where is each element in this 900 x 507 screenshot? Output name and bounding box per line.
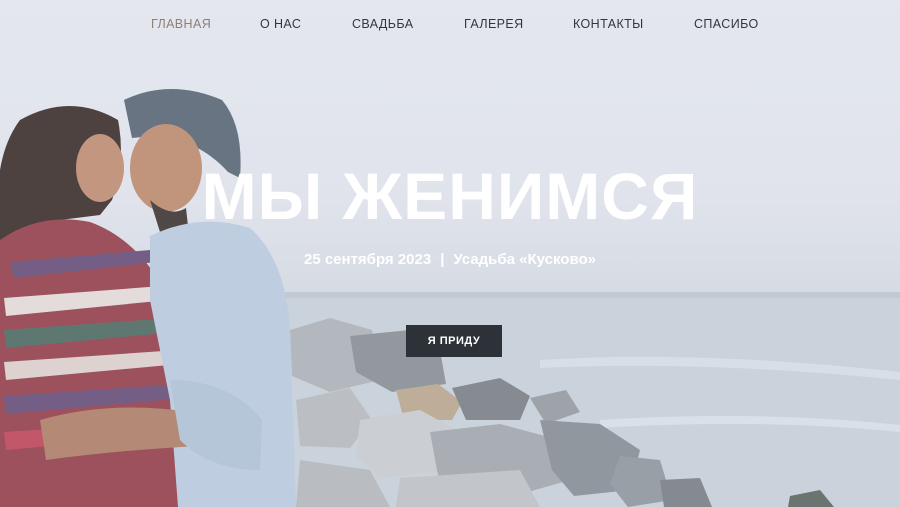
main-nav: ГЛАВНАЯ О НАС СВАДЬБА ГАЛЕРЕЯ КОНТАКТЫ С… xyxy=(0,17,900,35)
nav-item-contacts[interactable]: КОНТАКТЫ xyxy=(573,17,644,31)
event-details: 25 сентября 2023 | Усадьба «Кусково» xyxy=(0,251,900,268)
nav-item-wedding[interactable]: СВАДЬБА xyxy=(352,17,413,31)
rsvp-button[interactable]: Я ПРИДУ xyxy=(406,325,502,357)
event-date: 25 сентября 2023 xyxy=(303,251,432,268)
nav-item-gallery[interactable]: ГАЛЕРЕЯ xyxy=(464,17,524,31)
details-separator: | xyxy=(440,251,445,268)
hero-headline: МЫ ЖЕНИМСЯ xyxy=(201,159,699,233)
event-venue: Усадьба «Кусково» xyxy=(453,251,596,268)
hero-section: ГЛАВНАЯ О НАС СВАДЬБА ГАЛЕРЕЯ КОНТАКТЫ С… xyxy=(0,0,900,507)
nav-item-home[interactable]: ГЛАВНАЯ xyxy=(151,17,211,31)
nav-item-thanks[interactable]: СПАСИБО xyxy=(694,17,759,31)
nav-item-about[interactable]: О НАС xyxy=(260,17,301,31)
